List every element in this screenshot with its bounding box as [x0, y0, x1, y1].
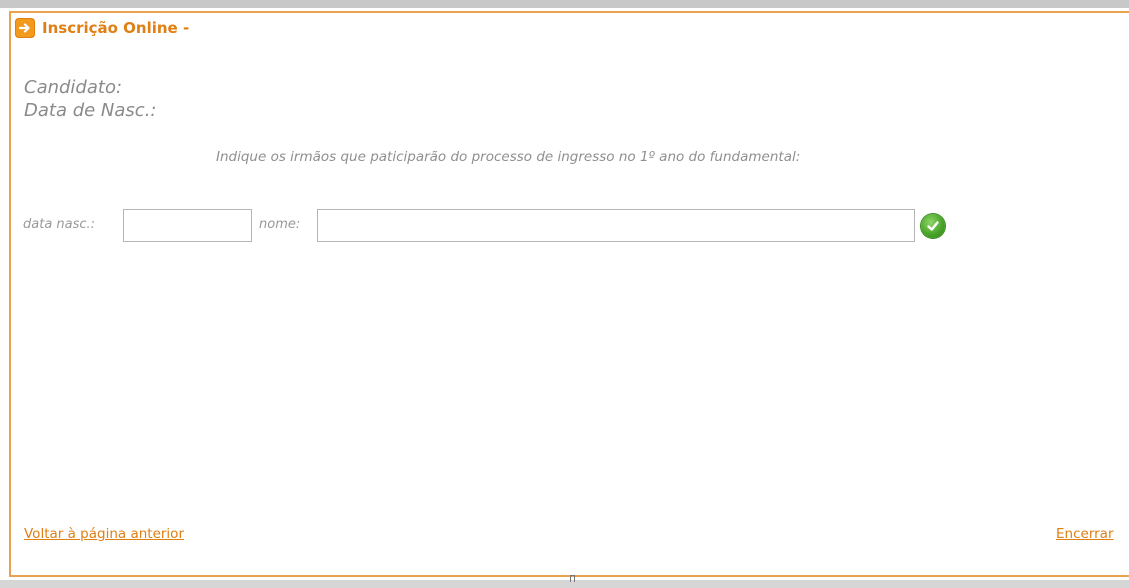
page: Inscrição Online - Candidato: Data de Na… — [0, 0, 1129, 588]
check-circle-icon[interactable] — [921, 214, 945, 238]
page-title: Inscrição Online - — [42, 19, 190, 37]
page-header: Inscrição Online - — [15, 17, 189, 39]
sibling-birth-input[interactable] — [123, 209, 252, 242]
back-link[interactable]: Voltar à página anterior — [24, 526, 184, 542]
bottom-band — [0, 580, 1129, 588]
sibling-name-input[interactable] — [317, 209, 915, 242]
instruction-text: Indique os irmãos que paticiparão do pro… — [216, 149, 801, 165]
main-panel — [9, 11, 1129, 577]
candidate-label: Candidato: — [24, 77, 123, 98]
sibling-name-label: nome: — [259, 217, 301, 232]
top-band — [0, 0, 1129, 8]
arrow-right-icon — [15, 18, 35, 38]
birth-date-label: Data de Nasc.: — [24, 100, 157, 121]
sibling-birth-label: data nasc.: — [23, 217, 96, 232]
cursor-mark — [570, 575, 575, 582]
end-link[interactable]: Encerrar — [1056, 526, 1114, 542]
